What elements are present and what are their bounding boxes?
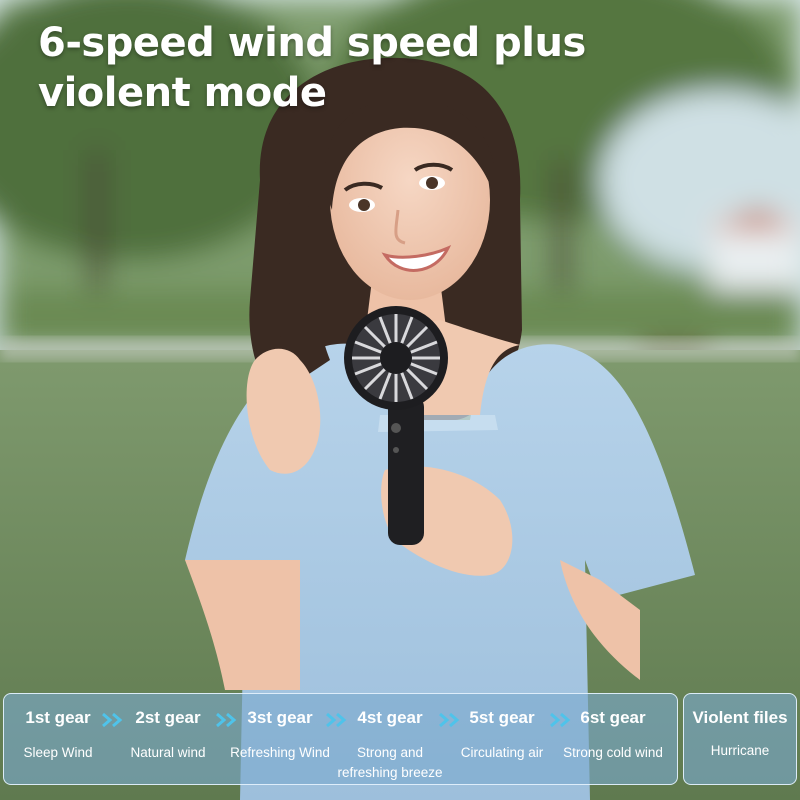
gear-title: 4st gear: [357, 708, 423, 727]
gear-description: Strong and refreshing breeze: [337, 745, 443, 780]
headline-line-2: violent mode: [38, 70, 327, 116]
gear-description: Refreshing Wind: [230, 745, 330, 760]
gear-title: 1st gear: [25, 708, 91, 727]
gear-1: 1st gear Sleep Wind: [2, 694, 114, 786]
product-banner: 6-speed wind speed plus violent mode 1st…: [0, 0, 800, 800]
gear-title: 2st gear: [135, 708, 201, 727]
gear-speed-panel: 1st gear Sleep Wind 2st gear Natural win…: [3, 693, 678, 785]
photo-background: [0, 0, 800, 800]
headline-line-1: 6-speed wind speed plus: [38, 20, 586, 66]
gear-6: 6st gear Strong cold wind: [557, 694, 669, 786]
gear-description: Strong cold wind: [563, 745, 663, 760]
gear-title: 3st gear: [247, 708, 313, 727]
gear-description: Sleep Wind: [23, 745, 93, 760]
gear-3: 3st gear Refreshing Wind: [224, 694, 336, 786]
gear-title: 6st gear: [580, 708, 646, 727]
violent-mode-panel: Violent files Hurricane: [683, 693, 797, 785]
violent-mode-description: Hurricane: [710, 743, 770, 758]
gear-title: 5st gear: [469, 708, 535, 727]
gear-4: 4st gear Strong and refreshing breeze: [334, 694, 446, 786]
gear-description: Natural wind: [130, 745, 206, 760]
headline: 6-speed wind speed plus violent mode: [38, 18, 638, 118]
gear-5: 5st gear Circulating air: [446, 694, 558, 786]
violent-mode-title: Violent files: [692, 708, 788, 727]
gear-2: 2st gear Natural wind: [112, 694, 224, 786]
gear-description: Circulating air: [460, 745, 544, 760]
